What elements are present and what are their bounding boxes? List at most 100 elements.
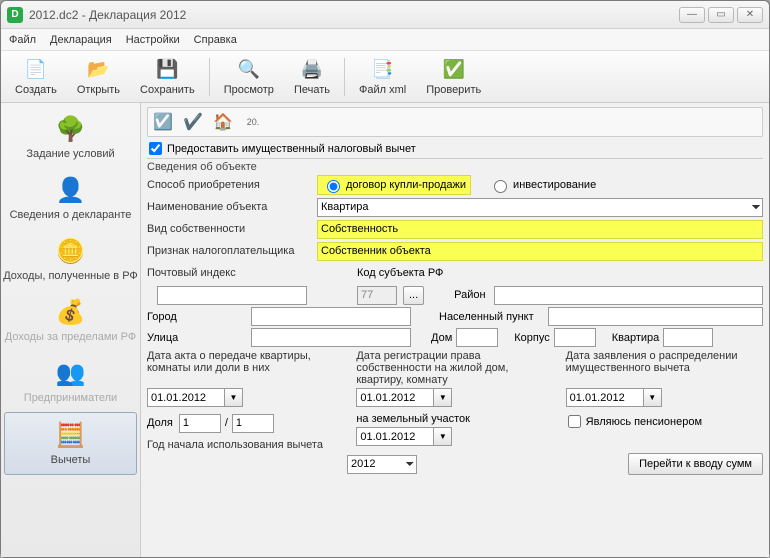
open-button[interactable]: 📂 Открыть — [67, 56, 130, 98]
xml-button[interactable]: 📑 Файл xml — [349, 56, 416, 98]
sidebar-label: Вычеты — [51, 454, 91, 466]
money-bag-icon: 💰 — [55, 296, 87, 328]
toolbar-separator — [344, 58, 345, 96]
reg-date-input[interactable] — [356, 388, 434, 407]
check-label: Проверить — [426, 84, 481, 96]
preview-button[interactable]: 🔍 Просмотр — [214, 56, 284, 98]
radio-investment[interactable]: инвестирование — [489, 177, 596, 193]
preview-icon: 🔍 — [237, 58, 261, 82]
share-separator: / — [221, 417, 232, 429]
sidebar-label: Доходы, полученные в РФ — [3, 270, 138, 282]
region-lookup-button[interactable]: ... — [403, 286, 424, 305]
city-input[interactable] — [251, 307, 411, 326]
new-file-icon: 📄 — [24, 58, 48, 82]
open-folder-icon: 📂 — [86, 58, 110, 82]
radio-purchase-input[interactable] — [327, 180, 340, 193]
menu-help[interactable]: Справка — [194, 34, 237, 46]
xml-label: Файл xml — [359, 84, 406, 96]
provide-deduction-label: Предоставить имущественный налоговый выч… — [167, 143, 416, 155]
acquisition-label: Способ приобретения — [147, 179, 317, 191]
flat-label: Квартира — [612, 332, 660, 344]
sidebar-label: Задание условий — [26, 148, 114, 160]
close-button[interactable]: ✕ — [737, 7, 763, 23]
radio-investment-label: инвестирование — [513, 179, 596, 191]
app-icon: D — [7, 7, 23, 23]
menu-settings[interactable]: Настройки — [126, 34, 180, 46]
xml-file-icon: 📑 — [371, 58, 395, 82]
sidebar-item-entrepreneurs: 👥 Предприниматели — [1, 351, 140, 412]
sidebar-item-income-rf[interactable]: 🪙 Доходы, полученные в РФ — [1, 229, 140, 290]
object-name-select[interactable]: Квартира — [317, 198, 763, 217]
tree-icon: 🌳 — [55, 113, 87, 145]
district-label: Район — [454, 289, 485, 301]
diskette-icon: 💾 — [155, 58, 179, 82]
share-denominator-input[interactable] — [232, 414, 274, 433]
land-date-dropdown[interactable]: ▼ — [434, 427, 452, 446]
street-input[interactable] — [251, 328, 411, 347]
check-button[interactable]: ✅ Проверить — [416, 56, 491, 98]
claim-date-input[interactable] — [566, 388, 644, 407]
sidebar-item-conditions[interactable]: 🌳 Задание условий — [1, 107, 140, 168]
region-label: Код субъекта РФ — [357, 267, 443, 279]
radio-purchase-label: договор купли-продажи — [346, 179, 466, 191]
act-date-input[interactable] — [147, 388, 225, 407]
share-numerator-input[interactable] — [179, 414, 221, 433]
minimize-button[interactable]: — — [679, 7, 705, 23]
tab-page-icon[interactable]: 20. — [239, 109, 267, 135]
goto-sums-button[interactable]: Перейти к вводу сумм — [628, 453, 763, 475]
taxpayer-sign-label: Признак налогоплательщика — [147, 245, 317, 257]
object-name-label: Наименование объекта — [147, 201, 317, 213]
pensioner-label: Являюсь пенсионером — [586, 416, 702, 428]
land-date-input[interactable] — [356, 427, 434, 446]
act-date-dropdown[interactable]: ▼ — [225, 388, 243, 407]
radio-purchase[interactable]: договор купли-продажи — [317, 175, 471, 195]
radio-investment-input[interactable] — [494, 180, 507, 193]
sidebar-item-declarant[interactable]: 👤 Сведения о декларанте — [1, 168, 140, 229]
create-label: Создать — [15, 84, 57, 96]
flat-input[interactable] — [663, 328, 713, 347]
window-title: 2012.dc2 - Декларация 2012 — [29, 8, 679, 22]
provide-deduction-checkbox[interactable] — [149, 142, 162, 155]
claim-date-label: Дата заявления о распределении имуществе… — [566, 350, 763, 386]
share-label: Доля — [147, 417, 173, 429]
year-label: Год начала использования вычета — [147, 439, 344, 451]
calculator-icon: 🧮 — [55, 419, 87, 451]
zip-input[interactable] — [157, 286, 307, 305]
save-button[interactable]: 💾 Сохранить — [130, 56, 205, 98]
titlebar: D 2012.dc2 - Декларация 2012 — ▭ ✕ — [1, 1, 769, 29]
menu-file[interactable]: Файл — [9, 34, 36, 46]
street-label: Улица — [147, 332, 247, 344]
building-label: Корпус — [514, 332, 549, 344]
main-toolbar: 📄 Создать 📂 Открыть 💾 Сохранить 🔍 Просмо… — [1, 51, 769, 103]
maximize-button[interactable]: ▭ — [708, 7, 734, 23]
claim-date-dropdown[interactable]: ▼ — [644, 388, 662, 407]
tab-property-icon[interactable]: 🏠 — [209, 109, 237, 135]
land-date-label: на земельный участок — [356, 413, 553, 425]
pensioner-checkbox-row[interactable]: Являюсь пенсионером — [568, 415, 763, 428]
preview-label: Просмотр — [224, 84, 274, 96]
tab-standard-icon[interactable]: ☑️ — [149, 109, 177, 135]
tab-social-icon[interactable]: ✔️ — [179, 109, 207, 135]
zip-label: Почтовый индекс — [147, 267, 317, 279]
sidebar-item-deductions[interactable]: 🧮 Вычеты — [4, 412, 137, 475]
group-title: Сведения об объекте — [147, 161, 763, 173]
building-input[interactable] — [554, 328, 596, 347]
toolbar-separator — [209, 58, 210, 96]
main-panel: ☑️ ✔️ 🏠 20. Предоставить имущественный н… — [141, 103, 769, 557]
district-input[interactable] — [494, 286, 763, 305]
town-input[interactable] — [548, 307, 763, 326]
pensioner-checkbox[interactable] — [568, 415, 581, 428]
menu-declaration[interactable]: Декларация — [50, 34, 112, 46]
print-button[interactable]: 🖨️ Печать — [284, 56, 340, 98]
year-select[interactable]: 2012 — [347, 455, 417, 474]
save-label: Сохранить — [140, 84, 195, 96]
print-label: Печать — [294, 84, 330, 96]
ownership-kind-select[interactable]: Собственность — [317, 220, 763, 239]
house-input[interactable] — [456, 328, 498, 347]
create-button[interactable]: 📄 Создать — [5, 56, 67, 98]
city-label: Город — [147, 311, 247, 323]
printer-icon: 🖨️ — [300, 58, 324, 82]
region-code-input — [357, 286, 397, 305]
taxpayer-sign-select[interactable]: Собственник объекта — [317, 242, 763, 261]
reg-date-dropdown[interactable]: ▼ — [434, 388, 452, 407]
